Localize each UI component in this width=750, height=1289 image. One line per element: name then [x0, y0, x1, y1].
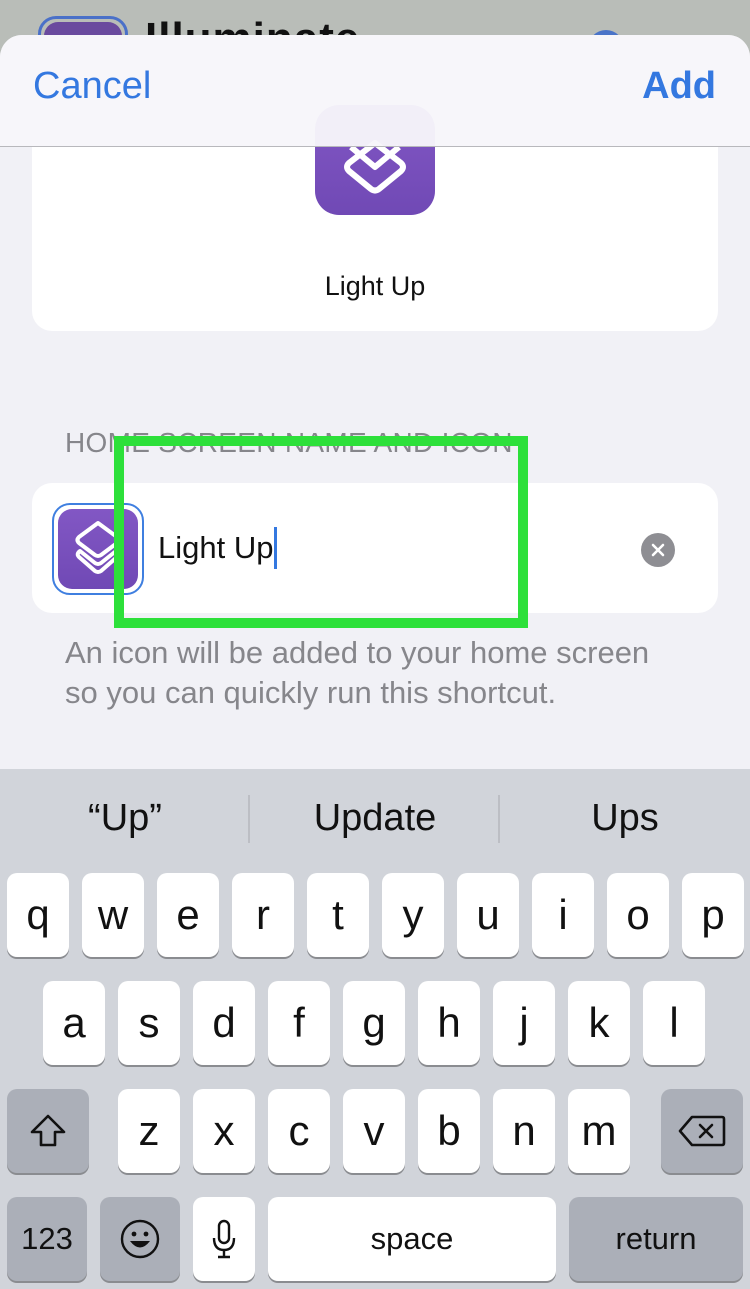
add-button[interactable]: Add — [642, 65, 716, 108]
key-z[interactable]: z — [118, 1089, 180, 1173]
cancel-button[interactable]: Cancel — [33, 65, 151, 108]
name-and-icon-card: Light Up — [32, 483, 718, 613]
key-u[interactable]: u — [457, 873, 519, 957]
suggestion-bar: “Up” Update Ups — [0, 769, 750, 869]
key-s[interactable]: s — [118, 981, 180, 1065]
keyboard: “Up” Update Ups qwertyuiop asdfghjkl zxcvb… — [0, 769, 750, 1289]
key-f[interactable]: f — [268, 981, 330, 1065]
key-r[interactable]: r — [232, 873, 294, 957]
microphone-key[interactable] — [193, 1197, 255, 1281]
clear-circle-icon[interactable] — [641, 533, 675, 567]
key-h[interactable]: h — [418, 981, 480, 1065]
key-m[interactable]: m — [568, 1089, 630, 1173]
key-e[interactable]: e — [157, 873, 219, 957]
key-y[interactable]: y — [382, 873, 444, 957]
suggestion-item[interactable]: Update — [250, 797, 500, 840]
suggestion-item[interactable]: Ups — [500, 797, 750, 840]
suggestion-item[interactable]: “Up” — [0, 797, 250, 840]
key-w[interactable]: w — [82, 873, 144, 957]
shift-icon — [30, 1114, 66, 1147]
backspace-icon — [678, 1115, 726, 1147]
key-q[interactable]: q — [7, 873, 69, 957]
home-screen-name-input[interactable]: Light Up — [158, 523, 278, 573]
shift-key[interactable] — [7, 1089, 89, 1173]
key-c[interactable]: c — [268, 1089, 330, 1173]
section-header: HOME SCREEN NAME AND ICON — [65, 427, 513, 458]
key-d[interactable]: d — [193, 981, 255, 1065]
space-key[interactable]: space — [268, 1197, 556, 1281]
key-i[interactable]: i — [532, 873, 594, 957]
icon-picker-button[interactable] — [52, 503, 144, 595]
name-input-value: Light Up — [158, 530, 274, 565]
key-v[interactable]: v — [343, 1089, 405, 1173]
preview-label: Light Up — [324, 271, 426, 301]
key-j[interactable]: j — [493, 981, 555, 1065]
emoji-key[interactable] — [100, 1197, 180, 1281]
shortcuts-layers-icon — [58, 509, 138, 589]
key-l[interactable]: l — [643, 981, 705, 1065]
numbers-key[interactable]: 123 — [7, 1197, 87, 1281]
navbar: Cancel Add — [0, 35, 750, 147]
key-b[interactable]: b — [418, 1089, 480, 1173]
key-t[interactable]: t — [307, 873, 369, 957]
text-caret — [274, 527, 278, 569]
backspace-key[interactable] — [661, 1089, 743, 1173]
key-g[interactable]: g — [343, 981, 405, 1065]
key-x[interactable]: x — [193, 1089, 255, 1173]
emoji-icon — [120, 1219, 160, 1259]
key-p[interactable]: p — [682, 873, 744, 957]
microphone-icon — [212, 1219, 236, 1259]
footer-description: An icon will be added to your home scree… — [65, 635, 650, 710]
key-n[interactable]: n — [493, 1089, 555, 1173]
key-a[interactable]: a — [43, 981, 105, 1065]
return-key[interactable]: return — [569, 1197, 743, 1281]
key-k[interactable]: k — [568, 981, 630, 1065]
key-o[interactable]: o — [607, 873, 669, 957]
